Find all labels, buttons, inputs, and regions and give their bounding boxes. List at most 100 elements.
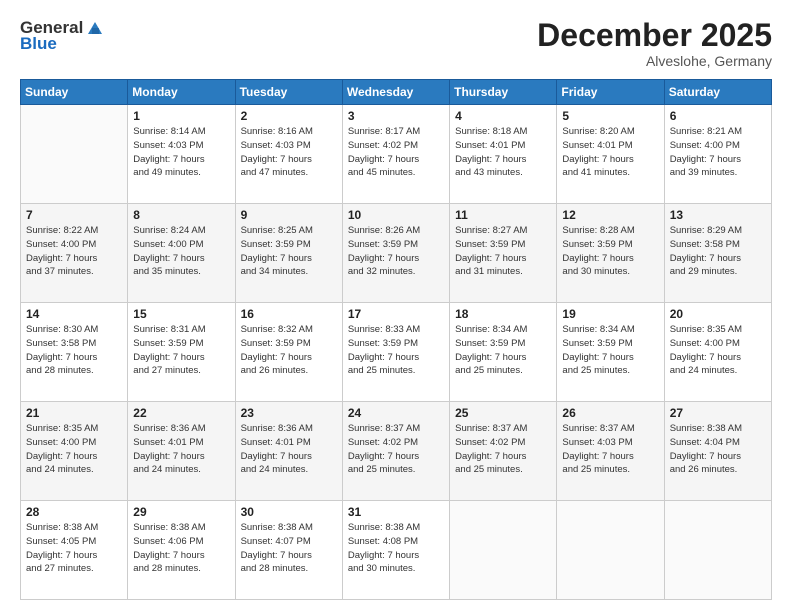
table-row: 12Sunrise: 8:28 AMSunset: 3:59 PMDayligh…	[557, 204, 664, 303]
cell-info: Sunrise: 8:16 AMSunset: 4:03 PMDaylight:…	[241, 125, 337, 180]
cell-info: Sunrise: 8:38 AMSunset: 4:06 PMDaylight:…	[133, 521, 229, 576]
calendar-week-row: 7Sunrise: 8:22 AMSunset: 4:00 PMDaylight…	[21, 204, 772, 303]
day-number: 26	[562, 406, 658, 420]
col-tuesday: Tuesday	[235, 80, 342, 105]
cell-info: Sunrise: 8:36 AMSunset: 4:01 PMDaylight:…	[133, 422, 229, 477]
table-row: 8 Sunrise: 8:24 AMSunset: 4:00 PMDaylight…	[128, 204, 235, 303]
month-title: December 2025	[537, 18, 772, 53]
table-row: 7Sunrise: 8:22 AMSunset: 4:00 PMDaylight…	[21, 204, 128, 303]
calendar-table: Sunday Monday Tuesday Wednesday Thursday…	[20, 79, 772, 600]
day-number: 31	[348, 505, 444, 519]
col-wednesday: Wednesday	[342, 80, 449, 105]
day-number: 2	[241, 109, 337, 123]
logo-blue-text: Blue	[20, 34, 57, 54]
cell-info: Sunrise: 8:37 AMSunset: 4:02 PMDaylight:…	[348, 422, 444, 477]
cell-info: Sunrise: 8:29 AMSunset: 3:58 PMDaylight:…	[670, 224, 766, 279]
day-number: 28	[26, 505, 122, 519]
day-number: 19	[562, 307, 658, 321]
table-row	[664, 501, 771, 600]
cell-info: Sunrise: 8:36 AMSunset: 4:01 PMDaylight:…	[241, 422, 337, 477]
page: General Blue December 2025 Alveslohe, Ge…	[0, 0, 792, 612]
day-number: 29	[133, 505, 229, 519]
day-number: 8	[133, 208, 229, 222]
col-monday: Monday	[128, 80, 235, 105]
table-row: 29 Sunrise: 8:38 AMSunset: 4:06 PMDayligh…	[128, 501, 235, 600]
day-number: 24	[348, 406, 444, 420]
day-number: 11	[455, 208, 551, 222]
table-row	[450, 501, 557, 600]
table-row: 22 Sunrise: 8:36 AMSunset: 4:01 PMDayligh…	[128, 402, 235, 501]
table-row: 30 Sunrise: 8:38 AMSunset: 4:07 PMDayligh…	[235, 501, 342, 600]
day-number: 14	[26, 307, 122, 321]
table-row: 13 Sunrise: 8:29 AMSunset: 3:58 PMDayligh…	[664, 204, 771, 303]
day-number: 23	[241, 406, 337, 420]
table-row: 20 Sunrise: 8:35 AMSunset: 4:00 PMDayligh…	[664, 303, 771, 402]
calendar-week-row: 1 Sunrise: 8:14 AMSunset: 4:03 PMDaylight…	[21, 105, 772, 204]
cell-info: Sunrise: 8:33 AMSunset: 3:59 PMDaylight:…	[348, 323, 444, 378]
cell-info: Sunrise: 8:14 AMSunset: 4:03 PMDaylight:…	[133, 125, 229, 180]
cell-info: Sunrise: 8:38 AMSunset: 4:05 PMDaylight:…	[26, 521, 122, 576]
calendar-week-row: 21Sunrise: 8:35 AMSunset: 4:00 PMDayligh…	[21, 402, 772, 501]
table-row: 2 Sunrise: 8:16 AMSunset: 4:03 PMDaylight…	[235, 105, 342, 204]
header: General Blue December 2025 Alveslohe, Ge…	[20, 18, 772, 69]
day-number: 16	[241, 307, 337, 321]
day-number: 20	[670, 307, 766, 321]
logo-icon	[86, 20, 104, 36]
cell-info: Sunrise: 8:31 AMSunset: 3:59 PMDaylight:…	[133, 323, 229, 378]
table-row: 23 Sunrise: 8:36 AMSunset: 4:01 PMDayligh…	[235, 402, 342, 501]
table-row: 17 Sunrise: 8:33 AMSunset: 3:59 PMDayligh…	[342, 303, 449, 402]
day-number: 15	[133, 307, 229, 321]
col-thursday: Thursday	[450, 80, 557, 105]
table-row: 3Sunrise: 8:17 AMSunset: 4:02 PMDaylight…	[342, 105, 449, 204]
cell-info: Sunrise: 8:38 AMSunset: 4:08 PMDaylight:…	[348, 521, 444, 576]
table-row: 24 Sunrise: 8:37 AMSunset: 4:02 PMDayligh…	[342, 402, 449, 501]
cell-info: Sunrise: 8:28 AMSunset: 3:59 PMDaylight:…	[562, 224, 658, 279]
cell-info: Sunrise: 8:25 AMSunset: 3:59 PMDaylight:…	[241, 224, 337, 279]
cell-info: Sunrise: 8:27 AMSunset: 3:59 PMDaylight:…	[455, 224, 551, 279]
day-number: 22	[133, 406, 229, 420]
table-row: 21Sunrise: 8:35 AMSunset: 4:00 PMDayligh…	[21, 402, 128, 501]
day-number: 18	[455, 307, 551, 321]
cell-info: Sunrise: 8:22 AMSunset: 4:00 PMDaylight:…	[26, 224, 122, 279]
cell-info: Sunrise: 8:35 AMSunset: 4:00 PMDaylight:…	[670, 323, 766, 378]
day-number: 4	[455, 109, 551, 123]
day-number: 9	[241, 208, 337, 222]
logo: General Blue	[20, 18, 105, 54]
table-row	[21, 105, 128, 204]
table-row: 6Sunrise: 8:21 AMSunset: 4:00 PMDaylight…	[664, 105, 771, 204]
day-number: 27	[670, 406, 766, 420]
title-block: December 2025 Alveslohe, Germany	[537, 18, 772, 69]
cell-info: Sunrise: 8:34 AMSunset: 3:59 PMDaylight:…	[562, 323, 658, 378]
table-row: 10Sunrise: 8:26 AMSunset: 3:59 PMDayligh…	[342, 204, 449, 303]
table-row	[557, 501, 664, 600]
cell-info: Sunrise: 8:37 AMSunset: 4:02 PMDaylight:…	[455, 422, 551, 477]
table-row: 25Sunrise: 8:37 AMSunset: 4:02 PMDayligh…	[450, 402, 557, 501]
cell-info: Sunrise: 8:35 AMSunset: 4:00 PMDaylight:…	[26, 422, 122, 477]
cell-info: Sunrise: 8:24 AMSunset: 4:00 PMDaylight:…	[133, 224, 229, 279]
table-row: 4 Sunrise: 8:18 AMSunset: 4:01 PMDaylight…	[450, 105, 557, 204]
table-row: 31 Sunrise: 8:38 AMSunset: 4:08 PMDayligh…	[342, 501, 449, 600]
day-number: 13	[670, 208, 766, 222]
cell-info: Sunrise: 8:18 AMSunset: 4:01 PMDaylight:…	[455, 125, 551, 180]
table-row: 26Sunrise: 8:37 AMSunset: 4:03 PMDayligh…	[557, 402, 664, 501]
day-number: 5	[562, 109, 658, 123]
table-row: 16Sunrise: 8:32 AMSunset: 3:59 PMDayligh…	[235, 303, 342, 402]
location: Alveslohe, Germany	[537, 53, 772, 69]
day-number: 1	[133, 109, 229, 123]
calendar-week-row: 28 Sunrise: 8:38 AMSunset: 4:05 PMDayligh…	[21, 501, 772, 600]
cell-info: Sunrise: 8:34 AMSunset: 3:59 PMDaylight:…	[455, 323, 551, 378]
table-row: 1 Sunrise: 8:14 AMSunset: 4:03 PMDaylight…	[128, 105, 235, 204]
col-saturday: Saturday	[664, 80, 771, 105]
table-row: 9 Sunrise: 8:25 AMSunset: 3:59 PMDaylight…	[235, 204, 342, 303]
table-row: 14 Sunrise: 8:30 AMSunset: 3:58 PMDayligh…	[21, 303, 128, 402]
day-number: 30	[241, 505, 337, 519]
table-row: 19 Sunrise: 8:34 AMSunset: 3:59 PMDayligh…	[557, 303, 664, 402]
cell-info: Sunrise: 8:30 AMSunset: 3:58 PMDaylight:…	[26, 323, 122, 378]
calendar-week-row: 14 Sunrise: 8:30 AMSunset: 3:58 PMDayligh…	[21, 303, 772, 402]
cell-info: Sunrise: 8:38 AMSunset: 4:07 PMDaylight:…	[241, 521, 337, 576]
table-row: 28 Sunrise: 8:38 AMSunset: 4:05 PMDayligh…	[21, 501, 128, 600]
table-row: 18 Sunrise: 8:34 AMSunset: 3:59 PMDayligh…	[450, 303, 557, 402]
cell-info: Sunrise: 8:21 AMSunset: 4:00 PMDaylight:…	[670, 125, 766, 180]
day-number: 17	[348, 307, 444, 321]
day-number: 10	[348, 208, 444, 222]
